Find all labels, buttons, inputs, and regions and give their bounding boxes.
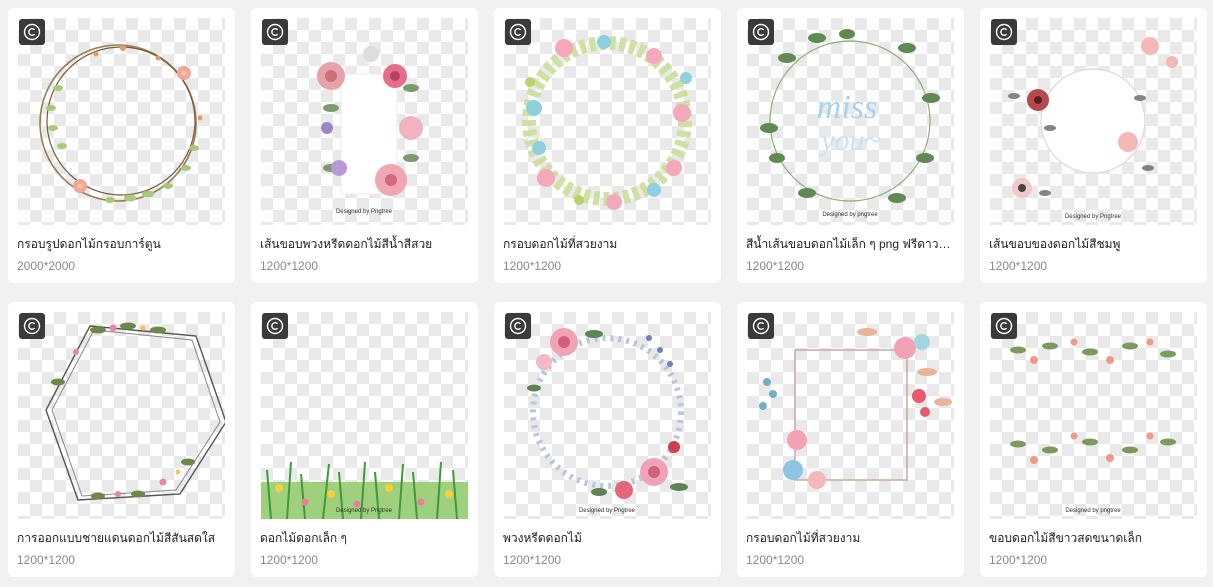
copyright-badge — [505, 19, 531, 45]
result-card[interactable]: Designed by Pngtree ดอกไม้ดอกเล็ก ๆ 1200… — [251, 302, 478, 577]
card-title[interactable]: พวงหรีดดอกไม้ — [503, 529, 715, 548]
result-card[interactable]: Designed by Pngtree เส้นขอบของดอกไม้สีชม… — [980, 8, 1207, 283]
hexagon-flower-border-image — [45, 322, 225, 501]
results-grid: กรอบรูปดอกไม้กรอบการ์ตูน 2000*2000 Desig… — [8, 8, 1207, 577]
thumbnail[interactable]: Designed by pngtree — [990, 312, 1197, 519]
card-title[interactable]: กรอบดอกไม้ที่สวยงาม — [746, 529, 958, 548]
card-size: 1200*1200 — [746, 553, 805, 567]
copyright-badge — [748, 313, 774, 339]
watercolor-wreath-image: Designed by Pngtree — [317, 46, 423, 215]
card-size: 1200*1200 — [260, 553, 319, 567]
thumbnail[interactable]: Designed by Pngtree — [261, 18, 468, 225]
square-flower-frame-image — [759, 328, 952, 489]
miss-you-leaf-wreath-image: miss you~ Designed by pngtree — [760, 29, 940, 218]
copyright-icon — [23, 23, 41, 41]
copyright-badge — [748, 19, 774, 45]
copyright-badge — [991, 19, 1017, 45]
copyright-icon — [266, 23, 284, 41]
result-card[interactable]: Designed by pngtree ขอบดอกไม้สีขาวสดขนาด… — [980, 302, 1207, 577]
result-card[interactable]: กรอบรูปดอกไม้กรอบการ์ตูน 2000*2000 — [8, 8, 235, 283]
thumbnail[interactable] — [18, 18, 225, 225]
thumbnail[interactable] — [18, 312, 225, 519]
result-card[interactable]: Designed by Pngtree เส้นขอบพวงหรีดดอกไม้… — [251, 8, 478, 283]
card-title[interactable]: การออกแบบชายแดนดอกไม้สีสันสดใส — [17, 529, 229, 548]
copyright-icon — [995, 317, 1013, 335]
thumbnail[interactable] — [504, 18, 711, 225]
copyright-badge — [262, 19, 288, 45]
card-size: 1200*1200 — [989, 553, 1048, 567]
card-title[interactable]: ขอบดอกไม้สีขาวสดขนาดเล็ก — [989, 529, 1201, 548]
card-title[interactable]: ดอกไม้ดอกเล็ก ๆ — [260, 529, 472, 548]
watermark-text: Designed by Pngtree — [336, 209, 393, 215]
result-card[interactable]: กรอบดอกไม้ที่สวยงาม 1200*1200 — [737, 302, 964, 577]
thumbnail[interactable]: Designed by Pngtree — [990, 18, 1197, 225]
thumbnail[interactable]: Designed by Pngtree — [504, 312, 711, 519]
thumbnail[interactable]: miss you~ Designed by pngtree — [747, 18, 954, 225]
card-title[interactable]: สีน้ำเส้นขอบดอกไม้เล็ก ๆ png ฟรีดาวน์โหล… — [746, 235, 958, 254]
small-flowers-grass-image: Designed by Pngtree — [261, 461, 468, 519]
copyright-icon — [509, 23, 527, 41]
card-size: 1200*1200 — [260, 259, 319, 273]
thumbnail[interactable] — [747, 312, 954, 519]
card-size: 1200*1200 — [746, 259, 805, 273]
copyright-badge — [19, 313, 45, 339]
result-card[interactable]: miss you~ Designed by pngtree สีน้ำเส้นข… — [737, 8, 964, 283]
result-card[interactable]: การออกแบบชายแดนดอกไม้สีสันสดใส 1200*1200 — [8, 302, 235, 577]
copyright-icon — [752, 317, 770, 335]
watermark-text: Designed by pngtree — [1065, 508, 1121, 514]
floral-circle-frame-image — [39, 44, 203, 203]
copyright-badge — [262, 313, 288, 339]
copyright-icon — [995, 23, 1013, 41]
watermark-text: Designed by Pngtree — [1065, 214, 1122, 220]
card-size: 1200*1200 — [989, 259, 1048, 273]
result-card[interactable]: Designed by Pngtree พวงหรีดดอกไม้ 1200*1… — [494, 302, 721, 577]
copyright-badge — [991, 313, 1017, 339]
copyright-badge — [505, 313, 531, 339]
result-card[interactable]: กรอบดอกไม้ที่สวยงาม 1200*1200 — [494, 8, 721, 283]
card-size: 1200*1200 — [17, 553, 76, 567]
copyright-icon — [266, 317, 284, 335]
watermark-text: Designed by Pngtree — [579, 508, 636, 514]
flower-wreath-image — [522, 35, 692, 210]
watermark-text: Designed by pngtree — [822, 212, 878, 218]
card-title[interactable]: เส้นขอบของดอกไม้สีชมพู — [989, 235, 1201, 254]
thumbnail[interactable]: Designed by Pngtree — [261, 312, 468, 519]
art-text-you: you~ — [818, 124, 881, 157]
pink-flower-border-image: Designed by Pngtree — [1008, 37, 1178, 220]
copyright-badge — [19, 19, 45, 45]
card-title[interactable]: กรอบรูปดอกไม้กรอบการ์ตูน — [17, 235, 229, 254]
card-size: 1200*1200 — [503, 259, 562, 273]
copyright-icon — [752, 23, 770, 41]
watermark-text: Designed by Pngtree — [336, 508, 393, 514]
copyright-icon — [23, 317, 41, 335]
card-title[interactable]: เส้นขอบพวงหรีดดอกไม้สีน้ำสีสวย — [260, 235, 472, 254]
flower-garland-image: Designed by Pngtree — [527, 328, 688, 514]
art-text-miss: miss — [817, 89, 877, 126]
card-size: 1200*1200 — [503, 553, 562, 567]
white-small-flower-border-image: Designed by pngtree — [1010, 338, 1176, 514]
copyright-icon — [509, 317, 527, 335]
card-size: 2000*2000 — [17, 259, 76, 273]
card-title[interactable]: กรอบดอกไม้ที่สวยงาม — [503, 235, 715, 254]
